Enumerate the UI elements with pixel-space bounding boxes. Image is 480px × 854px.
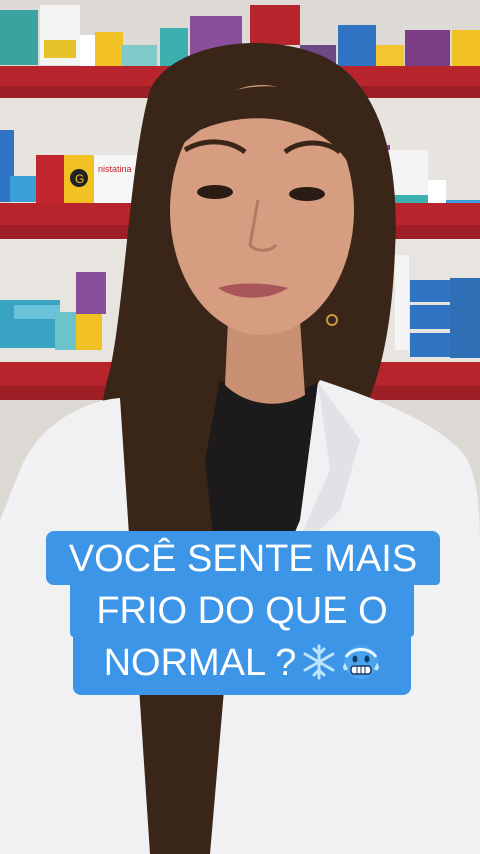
box-nistatina-label: nistatina (98, 164, 132, 174)
box-g-label: G (75, 172, 84, 186)
pharmacy-background-scene: G nistatina (0, 0, 480, 854)
